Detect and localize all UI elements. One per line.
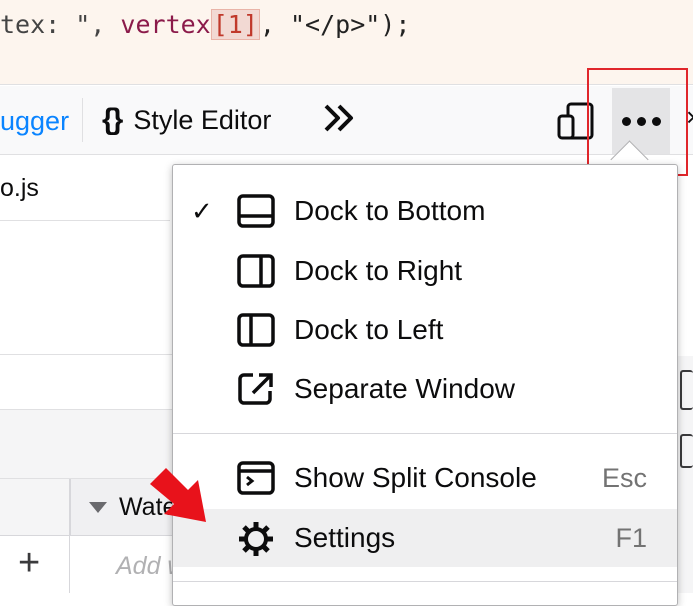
- comment-icon[interactable]: [680, 434, 693, 468]
- menu-item-label: Dock to Left: [294, 314, 444, 345]
- checkmark-icon: ✓: [191, 195, 213, 226]
- menu-item-label: Dock to Right: [294, 255, 463, 286]
- add-icon[interactable]: +: [18, 543, 40, 583]
- chevron-double-right-icon[interactable]: [322, 100, 358, 141]
- source-file-tab[interactable]: o.js: [0, 156, 170, 221]
- tab-style-editor-label: Style Editor: [133, 104, 272, 135]
- search-field[interactable]: [0, 356, 175, 410]
- menu-item-label: Show Split Console: [294, 462, 537, 493]
- menu-item-dock-left[interactable]: Dock to Left: [173, 301, 677, 359]
- separate-window-icon: [237, 372, 275, 413]
- meatball-menu-icon: [622, 117, 661, 126]
- code-line: tex: ", vertex[1], "</p>");: [0, 9, 411, 40]
- annotation-arrow-icon: [148, 466, 212, 533]
- responsive-design-icon[interactable]: [556, 102, 596, 145]
- dock-left-icon: [237, 313, 275, 354]
- menu-item-shortcut: F1: [615, 522, 647, 553]
- code-token-highlight: [1]: [210, 9, 260, 40]
- tab-style-editor[interactable]: {} Style Editor: [102, 86, 271, 154]
- menu-item-settings[interactable]: Settings F1: [173, 509, 677, 567]
- tab-debugger[interactable]: ugger: [0, 86, 85, 154]
- code-token-identifier: vertex: [120, 10, 211, 39]
- code-token-punctuation: , "</p>");: [259, 10, 411, 39]
- source-code-strip: tex: ", vertex[1], "</p>");: [0, 0, 693, 85]
- menu-separator: [173, 433, 677, 434]
- menu-item-label: Separate Window: [294, 373, 516, 404]
- dock-bottom-icon: [237, 194, 275, 235]
- braces-icon: {}: [102, 103, 123, 136]
- menu-item-label: Dock to Bottom: [294, 195, 486, 226]
- panel-side-header: [0, 479, 70, 536]
- menu-item-separate-window[interactable]: Separate Window: [173, 360, 677, 418]
- close-icon[interactable]: ×: [686, 102, 693, 133]
- menu-item-split-console[interactable]: Show Split Console Esc: [173, 449, 677, 507]
- menu-item-dock-right[interactable]: Dock to Right: [173, 242, 677, 300]
- code-token-string: tex: ",: [0, 10, 121, 39]
- settings-gear-icon: [237, 521, 275, 564]
- disclosure-triangle-icon: [89, 501, 107, 513]
- menu-item-label: Settings: [294, 522, 396, 553]
- meatball-menu-button[interactable]: [612, 88, 670, 154]
- menu-item-dock-bottom[interactable]: ✓ Dock to Bottom: [173, 182, 677, 240]
- split-console-icon: [237, 461, 275, 502]
- menu-separator: [173, 581, 677, 582]
- panel-toggle-icon[interactable]: [680, 370, 693, 410]
- devtools-toolbar: ugger {} Style Editor: [0, 86, 693, 155]
- toolbox-options-menu: ✓ Dock to Bottom Dock to Right Dock to L…: [172, 164, 678, 606]
- divider: [0, 354, 175, 355]
- menu-item-shortcut: Esc: [601, 462, 647, 493]
- toolbar-divider: [82, 98, 83, 142]
- dock-right-icon: [237, 254, 275, 295]
